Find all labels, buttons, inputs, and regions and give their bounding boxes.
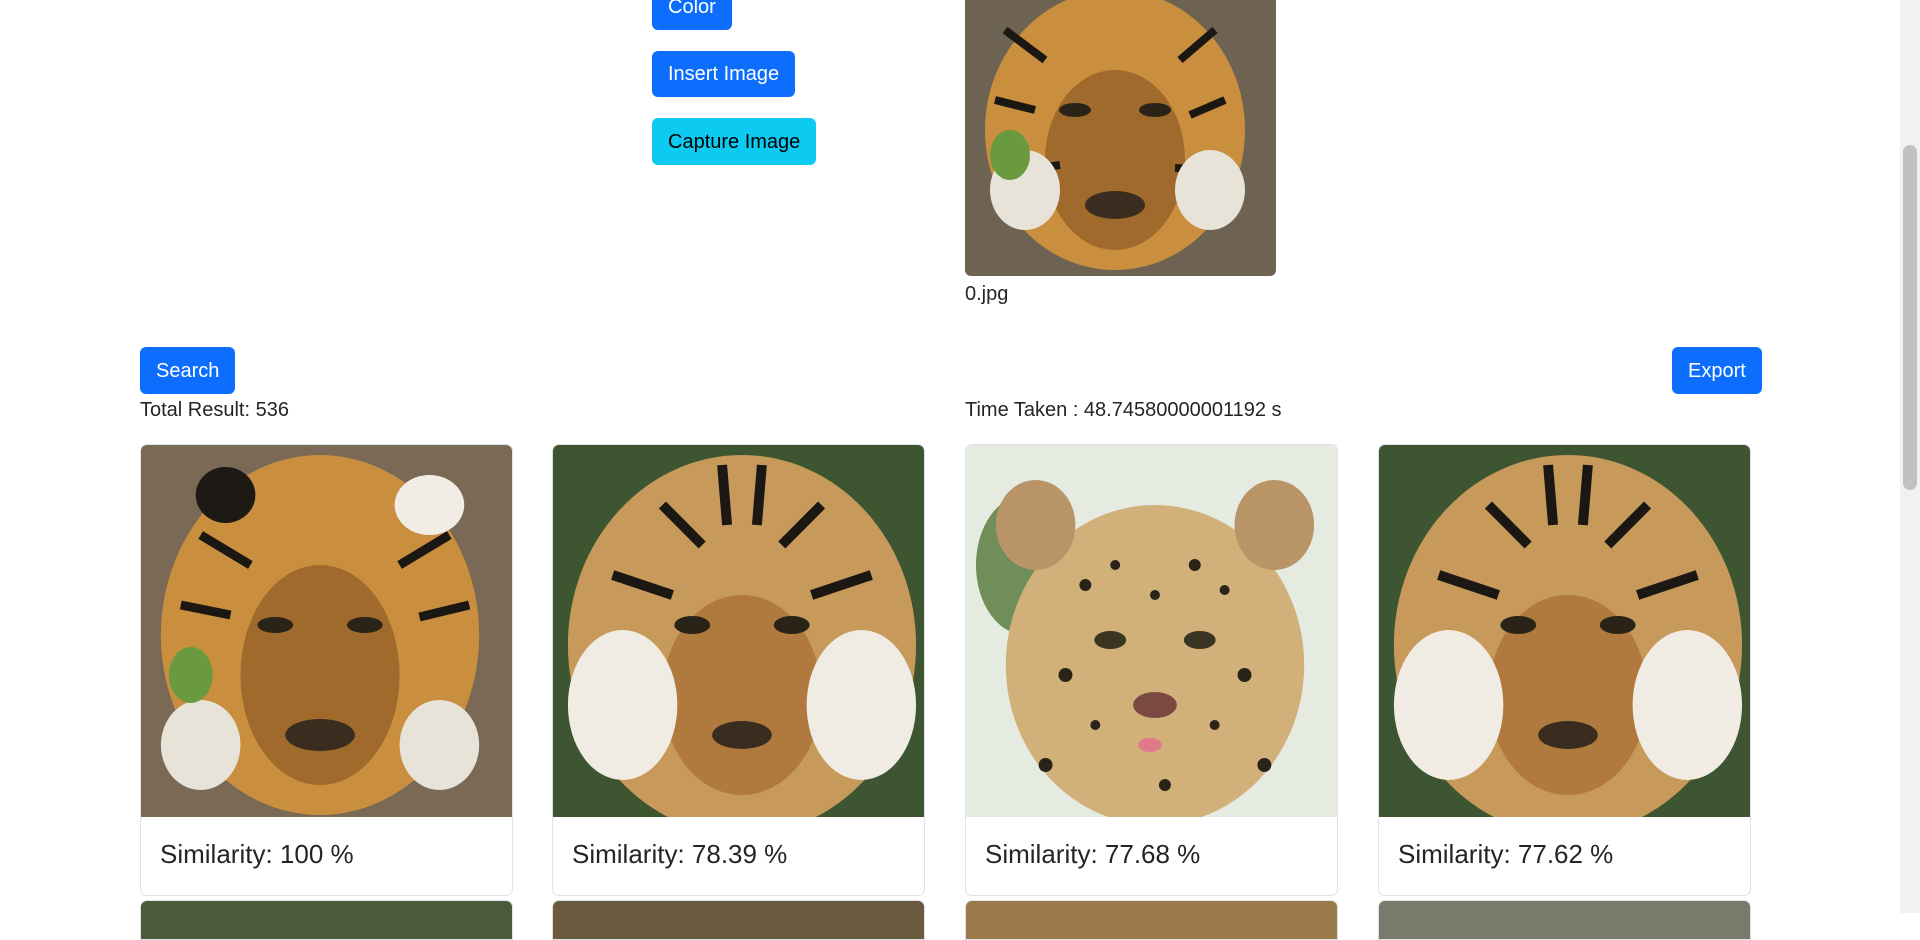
similarity-label: Similarity: 77.68 % (985, 839, 1201, 869)
insert-image-button[interactable]: Insert Image (652, 51, 796, 97)
result-card[interactable]: Similarity: 77.68 % (965, 444, 1338, 896)
time-taken-text: Time Taken : 48.74580000001192 s (965, 399, 1282, 421)
result-card-partial[interactable] (965, 900, 1338, 940)
result-image (141, 445, 512, 817)
result-card[interactable]: Similarity: 78.39 % (552, 444, 925, 896)
query-image-preview (965, 0, 1276, 276)
search-button[interactable]: Search (140, 347, 236, 394)
similarity-label: Similarity: 77.62 % (1398, 839, 1614, 869)
scrollbar-thumb[interactable] (1903, 145, 1917, 490)
total-result-text: Total Result: 536 (140, 399, 289, 421)
export-button[interactable]: Export (1672, 347, 1762, 394)
result-card-partial[interactable] (552, 900, 925, 940)
result-card-partial[interactable] (140, 900, 513, 940)
result-image (966, 445, 1337, 817)
result-image (1379, 445, 1750, 817)
result-card[interactable]: Similarity: 100 % (140, 444, 513, 896)
similarity-label: Similarity: 100 % (160, 839, 354, 869)
result-card-partial[interactable] (1378, 900, 1751, 940)
result-image (553, 445, 924, 817)
result-card[interactable]: Similarity: 77.62 % (1378, 444, 1751, 896)
similarity-label: Similarity: 78.39 % (572, 839, 788, 869)
vertical-scrollbar[interactable] (1900, 0, 1920, 913)
query-filename: 0.jpg (965, 283, 1009, 305)
color-button[interactable]: Color (652, 0, 732, 30)
capture-image-button[interactable]: Capture Image (652, 118, 817, 165)
